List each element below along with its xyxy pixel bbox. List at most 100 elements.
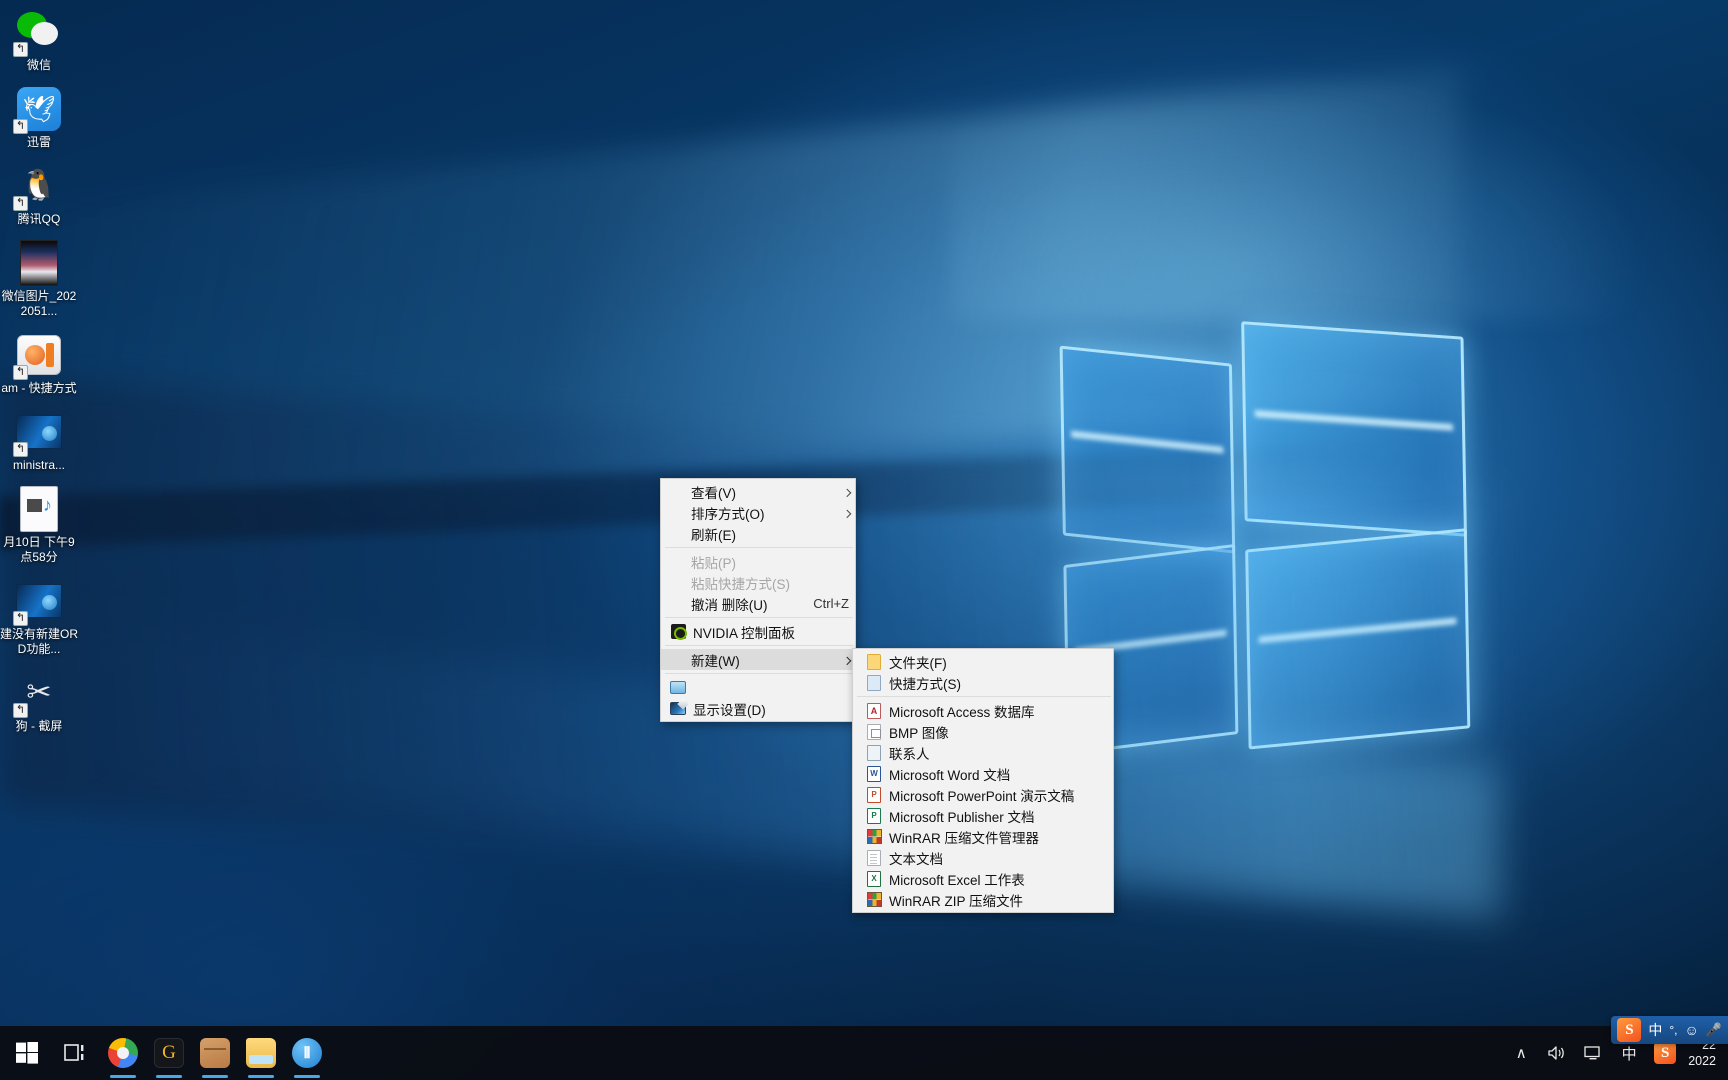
desktop-icon-label: 狗 - 截屏 <box>15 719 63 733</box>
ime-language-toggle[interactable]: 中 <box>1648 1020 1662 1040</box>
desktop-icon-wechat[interactable]: ↰ 微信 <box>0 8 78 73</box>
submenu-item-winrar-zip[interactable]: WinRAR ZIP 压缩文件 <box>853 889 1113 910</box>
menu-item-label: 刷新(E) <box>691 527 736 543</box>
new-submenu[interactable]: 文件夹(F) 快捷方式(S) A Microsoft Access 数据库 BM… <box>852 648 1114 913</box>
menu-item-personalize[interactable]: 显示设置(D) <box>661 698 855 719</box>
logo-pane <box>1241 321 1467 537</box>
submenu-item-excel-worksheet[interactable]: X Microsoft Excel 工作表 <box>853 868 1113 889</box>
submenu-item-label: 快捷方式(S) <box>889 676 961 692</box>
submenu-item-label: WinRAR ZIP 压缩文件 <box>889 893 1024 909</box>
menu-item-display-settings[interactable] <box>661 677 855 698</box>
taskbar-buttons: G ⦀ <box>0 1026 330 1080</box>
submenu-item-label: Microsoft Excel 工作表 <box>889 872 1025 888</box>
menu-item-label: NVIDIA 控制面板 <box>693 625 796 641</box>
desktop-icon-media-recording[interactable]: 月10日 下午9点58分 <box>0 485 78 565</box>
volume-icon[interactable] <box>1540 1026 1574 1080</box>
display-icon <box>667 680 689 696</box>
submenu-item-access-database[interactable]: A Microsoft Access 数据库 <box>853 700 1113 721</box>
store-button[interactable] <box>192 1026 238 1080</box>
submenu-item-contact[interactable]: 联系人 <box>853 742 1113 763</box>
desktop-icon-administrator[interactable]: ↰ ministra... <box>0 408 78 473</box>
menu-separator <box>665 547 853 548</box>
windows-logo-wallpaper <box>1051 296 1539 784</box>
submenu-item-publisher-document[interactable]: P Microsoft Publisher 文档 <box>853 805 1113 826</box>
shortcut-arrow-icon: ↰ <box>13 119 28 134</box>
ime-voice-button[interactable]: 🎤 <box>1706 1022 1722 1038</box>
submenu-item-label: 文件夹(F) <box>889 655 947 671</box>
desktop-icon-xunlei[interactable]: 🕊 ↰ 迅雷 <box>0 85 78 150</box>
submenu-item-text-document[interactable]: 文本文档 <box>853 847 1113 868</box>
store-box-icon <box>200 1038 230 1068</box>
folder-icon <box>863 653 885 670</box>
desktop-icon-camera-shortcut[interactable]: ↰ am - 快捷方式 <box>0 331 78 396</box>
submenu-item-powerpoint-presentation[interactable]: P Microsoft PowerPoint 演示文稿 <box>853 784 1113 805</box>
desktop-context-menu[interactable]: 查看(V) 排序方式(O) 刷新(E) 粘贴(P) 粘贴快捷方式(S) 撤消 删… <box>660 478 856 722</box>
menu-item-label: 新建(W) <box>691 653 740 669</box>
submenu-item-label: Microsoft Word 文档 <box>889 767 1011 783</box>
menu-item-label: 显示设置(D) <box>693 702 766 718</box>
publisher-icon: P <box>863 807 885 824</box>
chrome-button[interactable] <box>100 1026 146 1080</box>
menu-item-paste: 粘贴(P) <box>661 551 855 572</box>
folder-icon <box>246 1038 276 1068</box>
menu-item-sort-by[interactable]: 排序方式(O) <box>661 502 855 523</box>
chrome-icon <box>108 1038 138 1068</box>
powerpoint-icon: P <box>863 786 885 803</box>
scissors-icon: ✂ ↰ <box>13 669 63 718</box>
start-button[interactable] <box>0 1026 54 1080</box>
music-app-button[interactable]: ⦀ <box>284 1026 330 1080</box>
menu-item-label: 粘贴(P) <box>691 555 736 571</box>
submenu-item-bmp-image[interactable]: BMP 图像 <box>853 721 1113 742</box>
menu-separator <box>857 696 1111 697</box>
windows-logo-icon <box>16 1042 38 1064</box>
menu-item-new[interactable]: 新建(W) <box>661 649 855 670</box>
desktop-icon-screenshot-tool[interactable]: ✂ ↰ 狗 - 截屏 <box>0 669 78 734</box>
desktop-icon-label: 月10日 下午9点58分 <box>3 535 75 564</box>
menu-item-view[interactable]: 查看(V) <box>661 481 855 502</box>
submenu-item-label: Microsoft Access 数据库 <box>889 704 1035 720</box>
logo-pane <box>1059 345 1236 554</box>
submenu-item-shortcut[interactable]: 快捷方式(S) <box>853 672 1113 693</box>
menu-item-refresh[interactable]: 刷新(E) <box>661 523 855 544</box>
submenu-item-label: 文本文档 <box>889 851 943 867</box>
desktop-icon-qq[interactable]: 🐧 ↰ 腾讯QQ <box>0 162 78 227</box>
ime-punctuation-toggle[interactable]: °, <box>1669 1023 1677 1037</box>
gamepad-button[interactable]: G <box>146 1026 192 1080</box>
submenu-item-label: Microsoft Publisher 文档 <box>889 809 1035 825</box>
shortcut-arrow-icon: ↰ <box>13 611 28 626</box>
music-app-icon: ⦀ <box>292 1038 322 1068</box>
wechat-icon: ↰ <box>13 8 63 57</box>
desktop-wallpaper[interactable] <box>0 0 1728 1080</box>
desktop-icon-label: ministra... <box>12 458 65 472</box>
file-explorer-button[interactable] <box>238 1026 284 1080</box>
network-icon[interactable] <box>1576 1026 1610 1080</box>
text-icon <box>863 849 885 866</box>
ime-emoji-button[interactable]: ☺ <box>1685 1022 1699 1038</box>
task-view-button[interactable] <box>54 1026 100 1080</box>
clock-date: 2022 <box>1688 1054 1716 1068</box>
sogou-logo-icon[interactable]: S <box>1617 1018 1642 1042</box>
desktop-icon-label: 微信图片_2022051... <box>1 289 77 318</box>
menu-separator <box>665 673 853 674</box>
show-hidden-icons[interactable]: ∧ <box>1504 1026 1538 1080</box>
menu-separator <box>665 617 853 618</box>
submenu-item-folder[interactable]: 文件夹(F) <box>853 651 1113 672</box>
menu-item-undo-delete[interactable]: 撤消 删除(U) Ctrl+Z <box>661 593 855 614</box>
desktop-icon-record-video[interactable]: ↰ 建没有新建ORD功能... <box>0 577 78 657</box>
winrar-icon <box>863 892 885 908</box>
video-file-icon: ↰ <box>13 577 63 626</box>
submenu-item-label: Microsoft PowerPoint 演示文稿 <box>889 788 1075 804</box>
desktop-icon-list: ↰ 微信 🕊 ↰ 迅雷 🐧 ↰ 腾讯QQ 微信图片_2022051... ↰ a… <box>0 8 78 746</box>
submenu-item-label: WinRAR 压缩文件管理器 <box>889 830 1040 846</box>
taskbar[interactable]: G ⦀ ∧ 中 S 22 2022 <box>0 1026 1728 1080</box>
shortcut-arrow-icon: ↰ <box>13 196 28 211</box>
sogou-ime-bar[interactable]: S 中 °, ☺ 🎤 <box>1611 1016 1728 1044</box>
shortcut-arrow-icon: ↰ <box>13 703 28 718</box>
qq-icon: 🐧 ↰ <box>13 162 63 211</box>
speaker-icon <box>1548 1046 1564 1060</box>
submenu-item-winrar-archive[interactable]: WinRAR 压缩文件管理器 <box>853 826 1113 847</box>
desktop-icon-wechat-image[interactable]: 微信图片_2022051... <box>0 239 78 319</box>
submenu-item-word-document[interactable]: W Microsoft Word 文档 <box>853 763 1113 784</box>
wallpaper-glow <box>950 60 1650 320</box>
menu-item-nvidia-control-panel[interactable]: NVIDIA 控制面板 <box>661 621 855 642</box>
